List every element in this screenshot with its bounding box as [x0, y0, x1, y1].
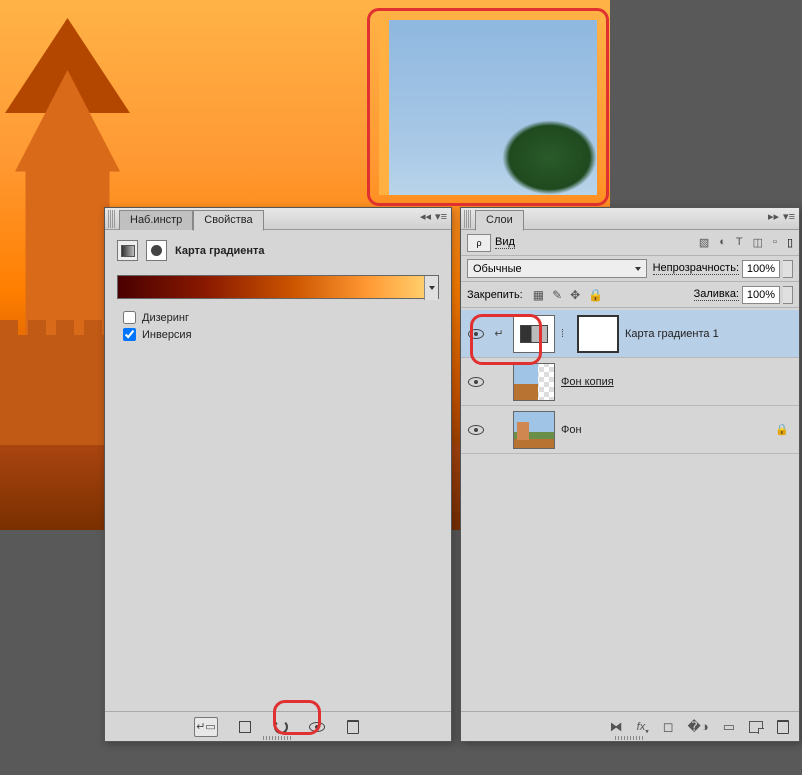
fill-label[interactable]: Заливка: — [694, 288, 739, 301]
link-layers-button[interactable]: ⧓ — [610, 719, 623, 735]
panel-resize-grip[interactable] — [263, 736, 293, 740]
properties-panel-header[interactable]: Наб.инстр Свойства ◂◂ ▾≡ — [105, 208, 451, 230]
blend-mode-value: Обычные — [473, 263, 522, 275]
layers-blend-row: Обычные Непрозрачность: 100% — [461, 256, 799, 282]
visibility-toggle-icon[interactable] — [468, 377, 484, 387]
lock-image-icon[interactable]: ✎ — [552, 288, 562, 302]
lock-all-icon[interactable]: 🔒 — [588, 288, 603, 302]
panel-grip-icon[interactable] — [108, 210, 116, 228]
adjustment-title: Карта градиента — [175, 245, 265, 257]
layer-row-gradient-map[interactable]: ↵ ⁞ Карта градиента 1 — [461, 310, 799, 358]
layers-panel-header[interactable]: Слои ▸▸ ▾≡ — [461, 208, 799, 230]
visibility-toggle-icon[interactable] — [468, 329, 484, 339]
lock-position-icon[interactable]: ✥ — [570, 288, 580, 302]
reverse-checkbox[interactable] — [123, 328, 136, 341]
layers-lock-row: Закрепить: ▦ ✎ ✥ 🔒 Заливка: 100% — [461, 282, 799, 308]
layer-thumbnail[interactable] — [513, 363, 555, 401]
dither-label[interactable]: Дизеринг — [142, 312, 189, 324]
properties-panel: Наб.инстр Свойства ◂◂ ▾≡ Карта градиента… — [104, 207, 452, 742]
lock-indicator-icon: 🔒 — [775, 423, 789, 436]
layer-row-background-copy[interactable]: Фон копия — [461, 358, 799, 406]
layer-effects-button[interactable]: fx▾ — [637, 718, 649, 736]
add-mask-button[interactable]: ◻ — [663, 719, 674, 735]
new-group-button[interactable]: ▭ — [723, 719, 735, 735]
layer-mask-icon[interactable] — [146, 240, 167, 261]
adjustment-thumbnail[interactable] — [513, 315, 555, 353]
filter-toggle-icon[interactable]: ▯ — [787, 236, 793, 249]
lock-transparent-icon[interactable]: ▦ — [533, 288, 544, 302]
fill-value[interactable]: 100% — [742, 286, 780, 304]
toggle-visibility-button[interactable] — [308, 718, 326, 736]
tab-properties[interactable]: Свойства — [193, 210, 263, 231]
filter-type-icon[interactable]: T — [736, 236, 743, 249]
mask-thumbnail[interactable] — [577, 315, 619, 353]
panel-menu-icon[interactable]: ▾≡ — [783, 210, 795, 223]
filter-kind-dropdown[interactable]: ρ — [467, 234, 491, 252]
opacity-dropdown[interactable] — [783, 260, 793, 278]
new-adjustment-button[interactable]: �◑ — [688, 719, 709, 735]
delete-layer-button[interactable] — [777, 720, 789, 734]
tab-layers[interactable]: Слои — [475, 210, 524, 231]
layer-name[interactable]: Фон — [561, 424, 769, 436]
opacity-value[interactable]: 100% — [742, 260, 780, 278]
layer-thumbnail[interactable] — [513, 411, 555, 449]
clip-to-layer-button[interactable]: ↵▭ — [194, 717, 218, 737]
tab-tool-presets[interactable]: Наб.инстр — [119, 210, 193, 230]
filter-smart-icon[interactable]: ▫ — [773, 236, 777, 249]
collapse-icon[interactable]: ◂◂ — [420, 210, 431, 223]
blend-mode-dropdown[interactable]: Обычные — [467, 259, 647, 278]
expand-icon[interactable]: ▸▸ — [768, 210, 779, 223]
panel-menu-icon[interactable]: ▾≡ — [435, 210, 447, 223]
clip-indicator-icon: ↵ — [491, 327, 507, 340]
layers-filter-row: ρ Вид ▧ ◐ T ◫ ▫ ▯ — [461, 230, 799, 256]
layer-row-background[interactable]: Фон 🔒 — [461, 406, 799, 454]
unmasked-sky-region — [379, 20, 597, 195]
filter-adjustment-icon[interactable]: ◐ — [719, 236, 726, 249]
gradient-edge — [379, 20, 389, 195]
gradient-map-icon — [117, 240, 138, 261]
panel-grip-icon[interactable] — [464, 210, 472, 228]
reverse-label[interactable]: Инверсия — [142, 329, 192, 341]
opacity-label[interactable]: Непрозрачность: — [653, 262, 739, 275]
mask-link-icon[interactable]: ⁞ — [561, 328, 571, 340]
fill-dropdown[interactable] — [783, 286, 793, 304]
gradient-preview[interactable] — [117, 275, 439, 299]
delete-adjustment-button[interactable] — [344, 718, 362, 736]
view-previous-state-button[interactable] — [236, 718, 254, 736]
visibility-toggle-icon[interactable] — [468, 425, 484, 435]
lock-label: Закрепить: — [467, 289, 523, 301]
tree — [502, 120, 597, 195]
properties-body: Карта градиента Дизеринг Инверсия — [105, 230, 451, 355]
filter-shape-icon[interactable]: ◫ — [753, 236, 763, 249]
gradient-picker-dropdown[interactable] — [424, 276, 438, 300]
new-layer-button[interactable] — [749, 721, 763, 733]
layer-name[interactable]: Карта градиента 1 — [625, 328, 793, 340]
layers-panel: Слои ▸▸ ▾≡ ρ Вид ▧ ◐ T ◫ ▫ ▯ Обычные Неп… — [460, 207, 800, 742]
reset-button[interactable] — [272, 718, 290, 736]
dither-checkbox[interactable] — [123, 311, 136, 324]
filter-kind-label[interactable]: Вид — [495, 236, 515, 249]
panel-resize-grip[interactable] — [615, 736, 645, 740]
layer-name[interactable]: Фон копия — [561, 376, 793, 388]
filter-pixel-icon[interactable]: ▧ — [699, 236, 709, 249]
layers-list[interactable]: ↵ ⁞ Карта градиента 1 Фон копия Фон 🔒 — [461, 310, 799, 711]
